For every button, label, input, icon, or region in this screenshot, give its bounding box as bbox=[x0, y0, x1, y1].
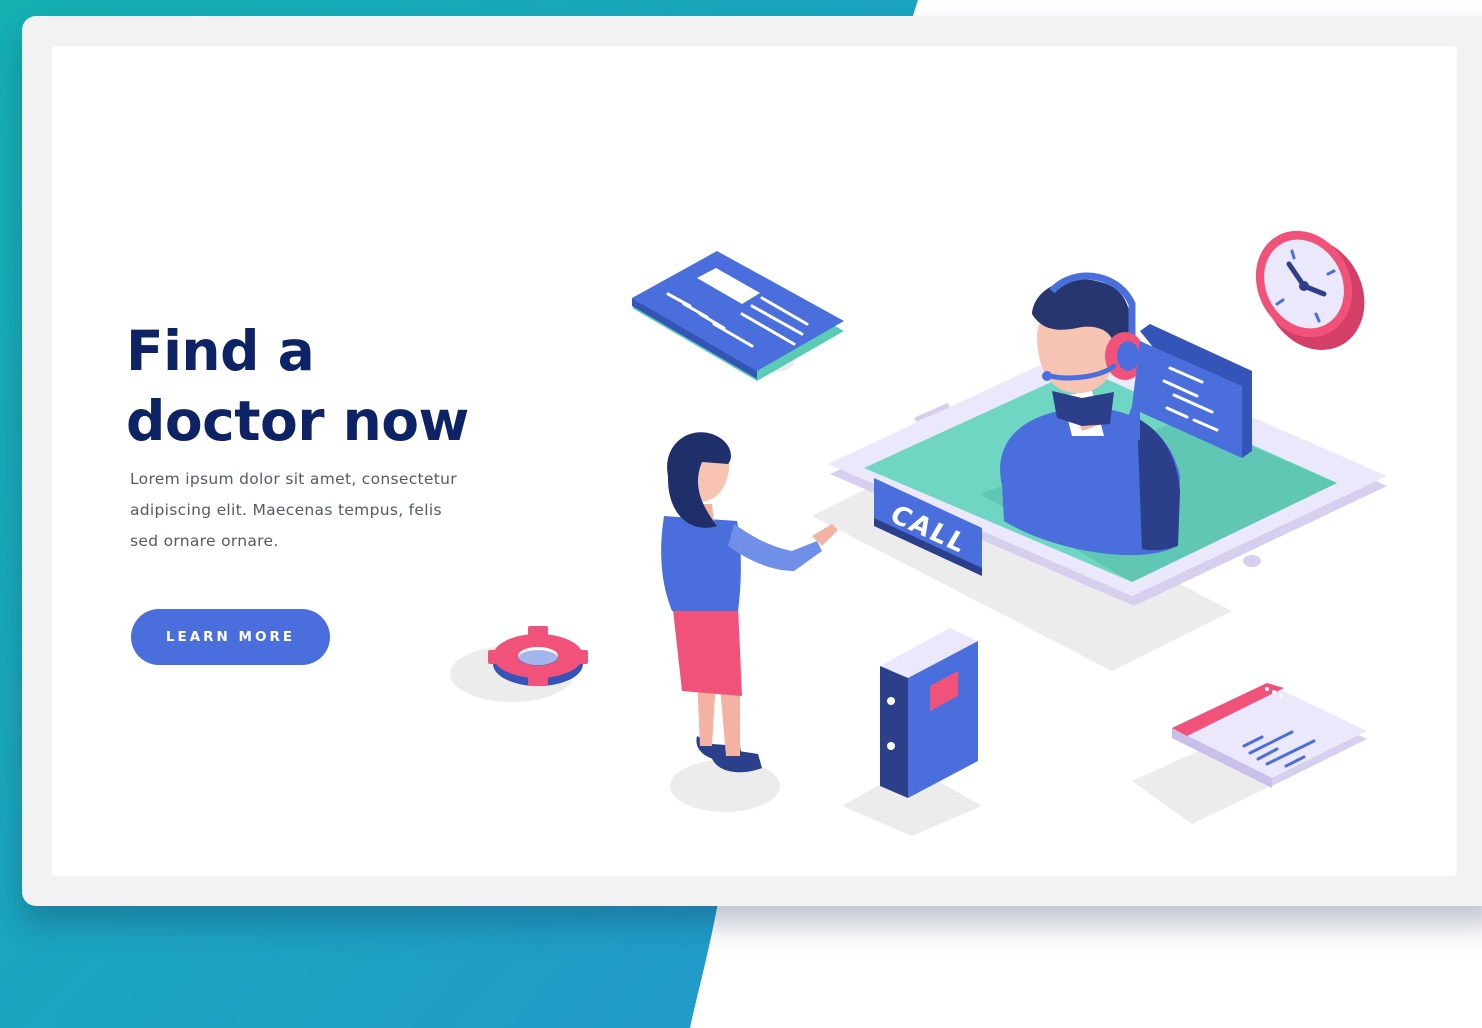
telemedicine-illustration: CALL bbox=[450, 230, 1387, 836]
browser-frame: Find a doctor now Lorem ipsum dolor sit … bbox=[22, 16, 1482, 906]
landing-page: Find a doctor now Lorem ipsum dolor sit … bbox=[52, 46, 1457, 876]
clock-icon bbox=[1255, 230, 1365, 350]
binder-icon bbox=[880, 628, 978, 798]
page: Find a doctor now Lorem ipsum dolor sit … bbox=[0, 0, 1482, 1028]
gear-icon bbox=[488, 626, 588, 686]
brochure-icon bbox=[632, 251, 844, 381]
woman-figure bbox=[661, 432, 838, 773]
